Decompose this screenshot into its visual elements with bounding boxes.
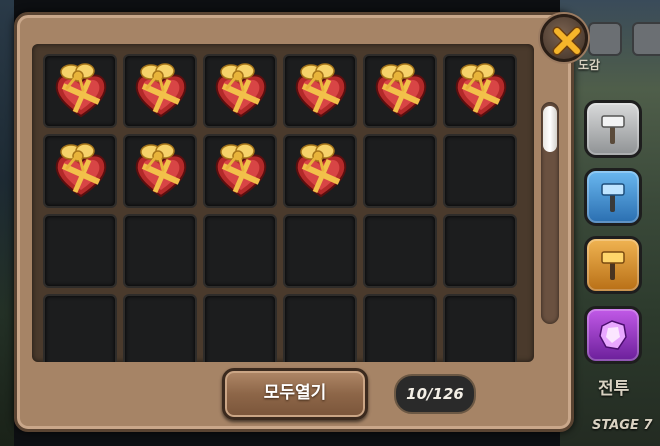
- inventory-slot[interactable]: [203, 294, 277, 362]
- inventory-slot[interactable]: [443, 54, 517, 128]
- inventory-slot[interactable]: [283, 214, 357, 288]
- open-all-button[interactable]: 모두열기: [222, 368, 368, 420]
- inventory-slot[interactable]: [43, 294, 117, 362]
- heart-gift-box-icon: [215, 63, 267, 118]
- inventory-slot[interactable]: [123, 214, 197, 288]
- stage-label: STAGE 7: [592, 418, 653, 433]
- purple-crystal-button[interactable]: [584, 306, 642, 364]
- inventory-slot[interactable]: [43, 54, 117, 128]
- heart-gift-box-icon: [55, 143, 107, 198]
- inventory-slot[interactable]: [203, 54, 277, 128]
- silver-hammer-icon: [601, 115, 625, 144]
- heart-gift-box-icon: [135, 63, 187, 118]
- inventory-slot[interactable]: [363, 214, 437, 288]
- inventory-slot[interactable]: [443, 134, 517, 208]
- gold-hammer-button[interactable]: [584, 236, 642, 294]
- heart-gift-box-icon: [215, 143, 267, 198]
- inventory-slot[interactable]: [363, 54, 437, 128]
- inventory-slot[interactable]: [43, 214, 117, 288]
- heart-gift-box-icon: [135, 143, 187, 198]
- background-book-icon: [588, 22, 622, 56]
- close-button[interactable]: [540, 14, 588, 62]
- inventory-slot[interactable]: [123, 54, 197, 128]
- inventory-slot[interactable]: [43, 134, 117, 208]
- inventory-slot[interactable]: [283, 54, 357, 128]
- silver-hammer-button[interactable]: [584, 100, 642, 158]
- inventory-slot[interactable]: [123, 294, 197, 362]
- inventory-slot[interactable]: [283, 294, 357, 362]
- scrollbar-thumb[interactable]: [543, 106, 557, 152]
- blue-hammer-icon: [601, 183, 625, 212]
- inventory-slot[interactable]: [203, 134, 277, 208]
- background-scene-left: [0, 0, 14, 446]
- inventory-slot[interactable]: [123, 134, 197, 208]
- inventory-slot[interactable]: [363, 294, 437, 362]
- inventory-slot[interactable]: [443, 214, 517, 288]
- item-count-badge: 10/126: [394, 374, 476, 414]
- inventory-slot[interactable]: [203, 214, 277, 288]
- heart-gift-box-icon: [55, 63, 107, 118]
- heart-gift-box-icon: [295, 63, 347, 118]
- heart-gift-box-icon: [455, 63, 507, 118]
- inventory-grid-frame: [32, 44, 534, 362]
- purple-crystal-icon: [599, 320, 627, 350]
- blue-hammer-button[interactable]: [584, 168, 642, 226]
- inventory-slot[interactable]: [363, 134, 437, 208]
- inventory-slot[interactable]: [443, 294, 517, 362]
- close-x-icon: [552, 26, 582, 56]
- background-gear-icon: [632, 22, 660, 56]
- inventory-slot[interactable]: [283, 134, 357, 208]
- heart-gift-box-icon: [295, 143, 347, 198]
- battle-label[interactable]: 전투: [598, 374, 629, 399]
- heart-gift-box-icon: [375, 63, 427, 118]
- inventory-scrollbar[interactable]: [541, 102, 559, 324]
- gold-hammer-icon: [601, 251, 625, 280]
